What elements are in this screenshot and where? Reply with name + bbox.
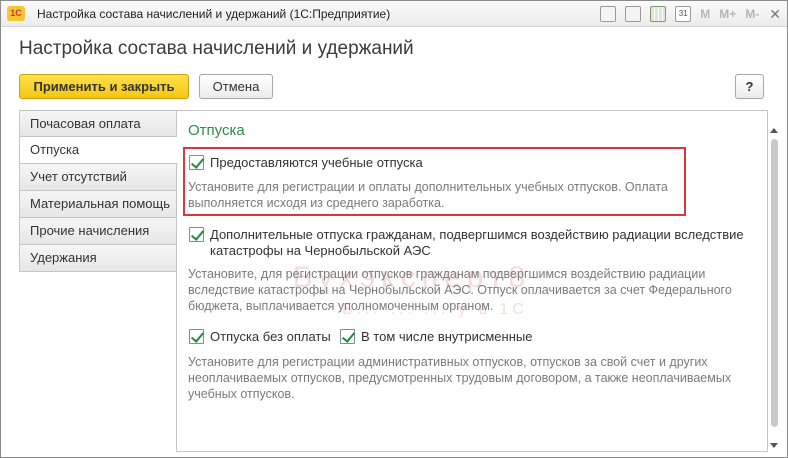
unpaid-hint-line2: неоплачиваемых отпусков, предусмотренных… — [188, 371, 732, 385]
side-tabs: Почасовая оплата Отпуска Учет отсутствий… — [19, 110, 178, 272]
scroll-down-arrow-icon[interactable] — [770, 443, 778, 448]
chernobyl-hint-line3: бюджета, выплачивается уполномоченным ор… — [188, 299, 494, 313]
unpaid-leave-checkbox[interactable] — [189, 329, 204, 344]
unpaid-leave-label[interactable]: Отпуска без оплаты — [210, 329, 331, 345]
tab-absences[interactable]: Учет отсутствий — [19, 164, 177, 191]
tab-hourly-pay[interactable]: Почасовая оплата — [19, 110, 177, 137]
chernobyl-leave-checkbox[interactable] — [189, 227, 204, 242]
tab-material-aid[interactable]: Материальная помощь — [19, 191, 177, 218]
chernobyl-hint-line2: вследствие катастрофы на Чернобыльской А… — [188, 283, 732, 297]
print-icon[interactable] — [600, 6, 617, 22]
scroll-thumb[interactable] — [771, 139, 778, 427]
study-leave-hint-line2: выполняется исходя из среднего заработка… — [188, 196, 445, 210]
form-title: Настройка состава начислений и удержаний — [19, 38, 414, 59]
study-leave-checkbox[interactable] — [189, 155, 204, 170]
study-leave-hint-line1: Установите для регистрации и оплаты допо… — [188, 180, 668, 194]
title-bar: 1С Настройка состава начислений и удержа… — [1, 1, 787, 27]
scroll-up-arrow-icon[interactable] — [770, 128, 778, 133]
unpaid-hint-line1: Установите для регистрации административ… — [188, 355, 708, 369]
section-title: Отпуска — [188, 122, 245, 139]
tab-vacations[interactable]: Отпуска — [19, 137, 178, 164]
document-icon[interactable] — [625, 6, 642, 22]
unpaid-hint-line3: учебных отпусков. — [188, 387, 295, 401]
1c-logo-icon[interactable]: 1С — [7, 6, 25, 21]
memory-plus-button[interactable]: M+ — [719, 7, 736, 21]
memory-minus-button[interactable]: M- — [745, 7, 759, 21]
app-window: 1С Настройка состава начислений и удержа… — [0, 0, 788, 458]
apply-and-close-button[interactable]: Применить и закрыть — [19, 74, 189, 99]
tab-other-accruals[interactable]: Прочие начисления — [19, 218, 177, 245]
vertical-scrollbar[interactable] — [769, 127, 781, 449]
tab-deductions[interactable]: Удержания — [19, 245, 177, 272]
chernobyl-leave-label-line2[interactable]: катастрофы на Чернобыльской АЭС — [210, 243, 431, 259]
title-bar-toolbar: 31 M M+ M- ✕ — [591, 5, 781, 23]
window-title: Настройка состава начислений и удержаний… — [37, 7, 391, 21]
chernobyl-leave-label-line1[interactable]: Дополнительные отпуска гражданам, подвер… — [210, 227, 744, 243]
cancel-button[interactable]: Отмена — [199, 74, 273, 99]
intra-shift-checkbox[interactable] — [340, 329, 355, 344]
calendar-icon[interactable]: 31 — [675, 6, 692, 22]
memory-m-button[interactable]: M — [700, 7, 710, 21]
chernobyl-hint-line1: Установите, для регистрации отпусков гра… — [188, 267, 706, 281]
calculator-icon[interactable] — [650, 6, 667, 22]
study-leave-label[interactable]: Предоставляются учебные отпуска — [210, 155, 423, 171]
help-button[interactable]: ? — [735, 74, 764, 99]
vacations-panel: Бухэксперт8 Б... ... ... у в 1С Отпуска … — [176, 110, 778, 452]
close-icon[interactable]: ✕ — [769, 6, 781, 23]
intra-shift-label[interactable]: В том числе внутрисменные — [361, 329, 532, 345]
